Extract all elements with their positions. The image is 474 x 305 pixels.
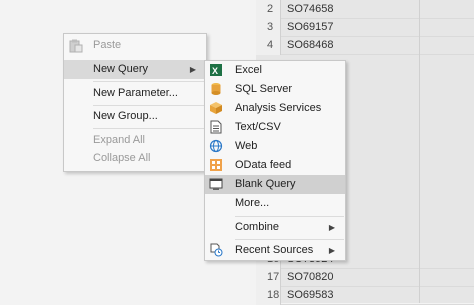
excel-icon: X	[210, 64, 222, 76]
row-number: 3	[256, 18, 281, 37]
cube-icon	[210, 102, 222, 114]
new-query-menu-item[interactable]: New Query ▶	[64, 60, 206, 79]
menu-divider	[93, 128, 205, 129]
new-group-menu-item[interactable]: New Group...	[64, 107, 206, 126]
submenu-item-web[interactable]: Web	[205, 137, 345, 156]
paste-icon	[69, 39, 83, 53]
submenu-item-blank-query[interactable]: Blank Query	[205, 175, 345, 194]
submenu-item-combine[interactable]: Combine ▶	[205, 218, 345, 237]
expand-all-label: Expand All	[93, 134, 145, 146]
new-group-label: New Group...	[93, 110, 158, 122]
context-menu: Paste New Query ▶ New Parameter... New G…	[63, 33, 207, 172]
odata-feed-label: OData feed	[235, 159, 292, 171]
new-parameter-label: New Parameter...	[93, 87, 178, 99]
submenu-item-text-csv[interactable]: Text/CSV	[205, 118, 345, 137]
blank-query-label: Blank Query	[235, 178, 296, 190]
more-label: More...	[235, 197, 270, 209]
text-csv-label: Text/CSV	[235, 121, 281, 133]
paste-label: Paste	[93, 39, 122, 51]
collapse-all-menu-item[interactable]: Collapse All	[64, 149, 206, 168]
web-label: Web	[235, 140, 258, 152]
row-number: 4	[256, 36, 281, 55]
table-row[interactable]: 17 SO70820	[256, 268, 474, 287]
row-number: 2	[256, 0, 281, 19]
table-row[interactable]: 4 SO68468	[256, 36, 474, 55]
new-parameter-menu-item[interactable]: New Parameter...	[64, 84, 206, 103]
cell-value[interactable]: SO68468	[287, 36, 333, 55]
menu-divider	[93, 81, 205, 82]
cell-value[interactable]: SO69583	[287, 286, 333, 305]
new-query-label: New Query	[93, 63, 149, 75]
submenu-item-more[interactable]: More...	[205, 194, 345, 213]
cell-value[interactable]: SO74658	[287, 0, 333, 19]
analysis-services-label: Analysis Services	[235, 102, 322, 114]
cell-value[interactable]: SO70820	[287, 268, 333, 287]
new-query-submenu: X Excel SQL Server Analysis Services Tex…	[204, 60, 346, 261]
submenu-item-sql-server[interactable]: SQL Server	[205, 80, 345, 99]
blank-query-icon	[209, 178, 223, 190]
submenu-item-recent-sources[interactable]: Recent Sources ▶	[205, 241, 345, 260]
submenu-item-analysis-services[interactable]: Analysis Services	[205, 99, 345, 118]
submenu-item-excel[interactable]: X Excel	[205, 61, 345, 80]
table-row[interactable]: 3 SO69157	[256, 18, 474, 37]
chevron-right-icon: ▶	[328, 246, 335, 255]
table-row[interactable]: 18 SO69583	[256, 286, 474, 305]
svg-text:X: X	[212, 66, 218, 76]
cell-value[interactable]: SO69157	[287, 18, 333, 37]
globe-icon	[209, 139, 223, 153]
document-icon	[210, 120, 222, 134]
menu-divider	[93, 105, 205, 106]
submenu-item-odata-feed[interactable]: OData feed	[205, 156, 345, 175]
excel-label: Excel	[235, 64, 262, 76]
collapse-all-label: Collapse All	[93, 152, 151, 164]
sql-server-label: SQL Server	[235, 83, 293, 95]
database-icon	[211, 83, 221, 95]
paste-menu-item[interactable]: Paste	[64, 36, 206, 55]
menu-divider	[235, 239, 344, 240]
row-number: 18	[256, 286, 281, 305]
combine-label: Combine	[235, 221, 280, 233]
expand-all-menu-item[interactable]: Expand All	[64, 131, 206, 150]
recent-sources-label: Recent Sources	[235, 244, 314, 256]
table-row[interactable]: 2 SO74658	[256, 0, 474, 19]
odata-icon	[210, 159, 222, 171]
column-divider	[419, 0, 420, 303]
chevron-right-icon: ▶	[189, 65, 196, 74]
row-number: 17	[256, 268, 281, 287]
menu-divider	[235, 216, 344, 217]
chevron-right-icon: ▶	[328, 223, 335, 232]
recent-sources-icon	[210, 243, 223, 257]
